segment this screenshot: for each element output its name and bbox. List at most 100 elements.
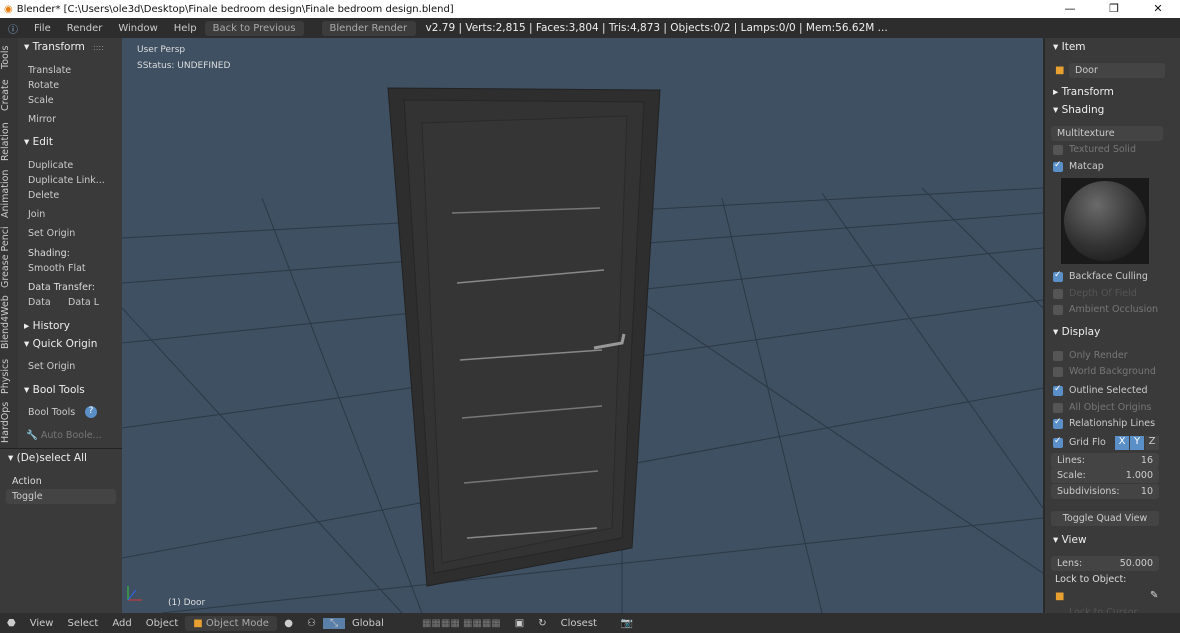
- back-to-previous-button[interactable]: Back to Previous: [204, 20, 304, 36]
- render-opengl-icon[interactable]: 📷: [614, 618, 640, 629]
- eyedropper-icon[interactable]: ✎: [1150, 590, 1158, 601]
- tab-physics[interactable]: Physics: [0, 356, 18, 396]
- tab-relation[interactable]: Relation: [0, 120, 18, 164]
- grid-axis-y-toggle[interactable]: Y: [1130, 436, 1144, 450]
- grid-axis-x-toggle[interactable]: X: [1115, 436, 1129, 450]
- auto-boolean-button[interactable]: 🔧 Auto Boole...: [26, 430, 102, 441]
- quick-set-origin-button[interactable]: Set Origin: [28, 361, 75, 372]
- grid-axis-z-toggle[interactable]: Z: [1145, 436, 1159, 450]
- tool-tabs: Tools Create Relation Animation Grease P…: [0, 38, 18, 448]
- duplicate-linked-button[interactable]: Duplicate Link...: [28, 175, 105, 186]
- title-bar: ◉ Blender* [C:\Users\ole3d\Desktop\Final…: [0, 0, 1180, 18]
- shading-panel-header[interactable]: ▾ Shading: [1053, 104, 1104, 116]
- smooth-button[interactable]: Smooth: [28, 263, 65, 274]
- object-name-field[interactable]: Door: [1069, 63, 1165, 78]
- tab-hardops[interactable]: HardOps: [0, 400, 18, 444]
- menu-add[interactable]: Add: [105, 618, 138, 629]
- object-icon: ■: [1055, 65, 1065, 76]
- bool-tools-button[interactable]: Bool Tools: [28, 407, 75, 418]
- data-layout-button[interactable]: Data L: [68, 297, 99, 308]
- maximize-button[interactable]: ❐: [1092, 0, 1136, 18]
- viewport-shading-icon[interactable]: ●: [277, 618, 300, 629]
- quick-origin-panel-header[interactable]: ▾ Quick Origin: [24, 338, 97, 350]
- flat-button[interactable]: Flat: [68, 263, 86, 274]
- help-icon[interactable]: ?: [85, 406, 97, 418]
- menu-object[interactable]: Object: [139, 618, 186, 629]
- menu-help[interactable]: Help: [166, 23, 205, 34]
- duplicate-button[interactable]: Duplicate: [28, 160, 73, 171]
- tab-tools[interactable]: Tools: [0, 42, 18, 72]
- orientation-select[interactable]: Global: [345, 618, 415, 629]
- grid-lines-field[interactable]: Lines: 16: [1051, 453, 1159, 468]
- view-name: User Persp: [137, 45, 186, 55]
- 3d-viewport[interactable]: User Persp SStatus: UNDEFINED (1) Door: [122, 38, 1043, 613]
- mirror-button[interactable]: Mirror: [28, 114, 56, 125]
- menu-file[interactable]: File: [26, 23, 59, 34]
- rotate-button[interactable]: Rotate: [28, 80, 59, 91]
- tab-create[interactable]: Create: [0, 78, 18, 113]
- render-engine-select[interactable]: Blender Render: [321, 20, 416, 36]
- toggle-quad-view-button[interactable]: Toggle Quad View: [1051, 511, 1159, 526]
- relationship-lines-checkbox[interactable]: [1053, 417, 1063, 429]
- operator-panel: ▾ (De)select All Action Toggle: [0, 448, 122, 613]
- info-editor-icon[interactable]: ⓘ: [0, 21, 26, 36]
- action-select[interactable]: Toggle: [6, 489, 116, 504]
- world-background-checkbox[interactable]: [1053, 367, 1063, 377]
- join-button[interactable]: Join: [28, 209, 45, 220]
- lock-to-object-label: Lock to Object:: [1055, 574, 1127, 585]
- depth-of-field-checkbox[interactable]: [1053, 289, 1063, 299]
- display-panel-header[interactable]: ▾ Display: [1053, 326, 1100, 338]
- view-panel-header[interactable]: ▾ View: [1053, 534, 1087, 546]
- data-button[interactable]: Data: [28, 297, 51, 308]
- scale-button[interactable]: Scale: [28, 95, 54, 106]
- tab-animation[interactable]: Animation: [0, 168, 18, 220]
- backface-culling-checkbox[interactable]: [1053, 270, 1063, 282]
- all-object-origins-checkbox[interactable]: [1053, 403, 1063, 413]
- layers-icon[interactable]: ▦▦▦▦ ▦▦▦▦: [415, 618, 508, 629]
- outline-selected-checkbox[interactable]: [1053, 384, 1063, 396]
- item-panel-header[interactable]: ▾ Item: [1053, 41, 1086, 53]
- history-panel-header[interactable]: ▸ History: [24, 320, 70, 332]
- set-origin-button[interactable]: Set Origin: [28, 228, 75, 239]
- outline-selected-label: Outline Selected: [1069, 385, 1148, 396]
- only-render-label: Only Render: [1069, 350, 1128, 361]
- matcap-checkbox[interactable]: [1053, 160, 1063, 172]
- edit-panel-header[interactable]: ▾ Edit: [24, 136, 53, 148]
- menu-window[interactable]: Window: [110, 23, 165, 34]
- operator-title[interactable]: ▾ (De)select All: [8, 452, 87, 464]
- delete-button[interactable]: Delete: [28, 190, 59, 201]
- grid-floor-label: Grid Flo: [1069, 437, 1106, 448]
- minimize-button[interactable]: —: [1048, 0, 1092, 18]
- properties-region: ▾ Item ■ Door ▸ Transform ▾ Shading Mult…: [1043, 38, 1180, 618]
- matcap-preview[interactable]: [1061, 178, 1149, 264]
- transform-panel-header[interactable]: ▸ Transform: [1053, 86, 1114, 98]
- active-object-label: (1) Door: [168, 598, 206, 608]
- tab-grease-pencil[interactable]: Grease Penci: [0, 226, 18, 288]
- editor-type-icon[interactable]: ⬣: [0, 618, 23, 629]
- menu-render[interactable]: Render: [59, 23, 111, 34]
- grid-subdivisions-field[interactable]: Subdivisions: 10: [1051, 484, 1159, 499]
- snap-target-select[interactable]: Closest: [554, 618, 614, 629]
- only-render-checkbox[interactable]: [1053, 351, 1063, 361]
- lens-field[interactable]: Lens: 50.000: [1051, 556, 1159, 571]
- translate-button[interactable]: Translate: [28, 65, 71, 76]
- textured-solid-checkbox[interactable]: [1053, 145, 1063, 155]
- menu-view[interactable]: View: [23, 618, 61, 629]
- mode-select[interactable]: ■ Object Mode: [185, 615, 278, 631]
- tab-blend4web[interactable]: Blend4Web: [0, 294, 18, 350]
- grid-scale-field[interactable]: Scale: 1.000: [1051, 468, 1159, 483]
- shading-mode-select[interactable]: Multitexture: [1051, 126, 1163, 141]
- grid-floor-checkbox[interactable]: [1053, 436, 1063, 448]
- ambient-occlusion-checkbox[interactable]: [1053, 305, 1063, 315]
- manipulator-icon[interactable]: ⤡: [322, 617, 345, 629]
- menu-select[interactable]: Select: [60, 618, 105, 629]
- render-layers-icon[interactable]: ▣: [508, 618, 531, 629]
- bool-tools-panel-header[interactable]: ▾ Bool Tools: [24, 384, 85, 396]
- pivot-icon[interactable]: ⚇: [300, 618, 323, 629]
- snap-icon[interactable]: ↻: [531, 618, 553, 629]
- transform-panel-header[interactable]: ▾ Transform: [24, 41, 85, 53]
- matcap-label: Matcap: [1069, 161, 1104, 172]
- action-label: Action: [12, 476, 42, 487]
- close-button[interactable]: ✕: [1136, 0, 1180, 18]
- object-picker-icon[interactable]: ■: [1055, 591, 1064, 602]
